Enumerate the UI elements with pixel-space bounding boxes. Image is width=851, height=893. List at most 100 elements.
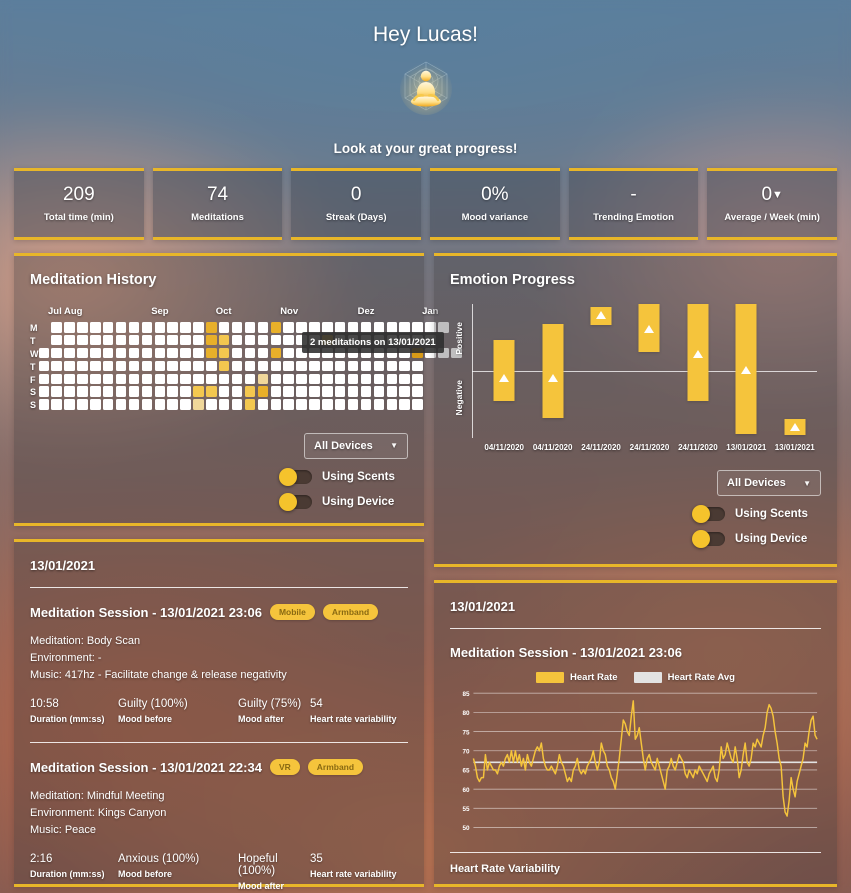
heatmap-cell[interactable]	[296, 322, 307, 333]
heatmap-cell[interactable]	[128, 360, 140, 372]
heatmap-cell[interactable]	[399, 386, 410, 397]
heatmap-cell[interactable]	[206, 322, 217, 333]
heatmap-cell[interactable]	[154, 347, 166, 359]
heatmap-cell[interactable]	[373, 386, 385, 397]
heatmap-cell[interactable]	[193, 322, 204, 333]
heatmap-cell[interactable]	[90, 386, 101, 397]
heatmap-cell[interactable]	[322, 360, 333, 372]
heatmap-cell[interactable]	[128, 334, 140, 346]
heatmap-cell[interactable]	[193, 386, 204, 397]
heatmap-cell[interactable]	[244, 386, 256, 397]
heatmap-cell[interactable]	[360, 399, 372, 410]
heatmap-cell[interactable]	[206, 334, 217, 346]
heatmap-cell[interactable]	[360, 373, 372, 385]
toggle-using-scents[interactable]: Using Scents	[279, 467, 408, 486]
heatmap-cell[interactable]	[270, 373, 282, 385]
heatmap-cell[interactable]	[206, 386, 217, 397]
heatmap-cell[interactable]	[257, 334, 269, 346]
heatmap-cell[interactable]	[77, 334, 88, 346]
heatmap-cell[interactable]	[180, 360, 191, 372]
heatmap-cell[interactable]	[154, 373, 166, 385]
heatmap-cell[interactable]	[257, 399, 269, 410]
heatmap-cell[interactable]	[244, 322, 256, 333]
heatmap-cell[interactable]	[193, 347, 204, 359]
heatmap-cell[interactable]	[373, 399, 385, 410]
heatmap-cell[interactable]	[244, 360, 256, 372]
heatmap-cell[interactable]	[77, 360, 88, 372]
heatmap-cell[interactable]	[180, 347, 191, 359]
heatmap-cell[interactable]	[128, 322, 140, 333]
heatmap-cell[interactable]	[154, 360, 166, 372]
heatmap-cell[interactable]	[206, 347, 217, 359]
heatmap-cell[interactable]	[141, 399, 153, 410]
heatmap-cell[interactable]	[244, 334, 256, 346]
heatmap-cell[interactable]	[257, 347, 269, 359]
heatmap-cell[interactable]	[218, 373, 230, 385]
heatmap-cell[interactable]	[206, 399, 217, 410]
heatmap-cell[interactable]	[90, 373, 101, 385]
heatmap-cell[interactable]	[412, 399, 423, 410]
heatmap-cell[interactable]	[38, 399, 49, 410]
heatmap-cell[interactable]	[270, 334, 282, 346]
heatmap-cell[interactable]	[231, 360, 243, 372]
heatmap-cell[interactable]	[38, 347, 49, 359]
emotion-bar-slot[interactable]	[528, 304, 576, 438]
heatmap-cell[interactable]	[231, 386, 243, 397]
heatmap-cell[interactable]	[231, 347, 243, 359]
heatmap-cell[interactable]	[193, 334, 204, 346]
session-item[interactable]: Meditation Session - 13/01/2021 22:34 VR…	[30, 759, 408, 891]
heatmap-cell[interactable]	[115, 334, 127, 346]
heatmap-cell[interactable]	[218, 334, 230, 346]
heatmap-cell[interactable]	[180, 399, 191, 410]
heatmap-cell[interactable]	[102, 322, 114, 333]
heatmap-cell[interactable]	[218, 347, 230, 359]
heatmap-cell[interactable]	[412, 360, 423, 372]
heatmap-cell[interactable]	[386, 399, 398, 410]
heatmap-cell[interactable]	[64, 334, 75, 346]
heatmap-cell[interactable]	[283, 386, 294, 397]
heatmap-cell[interactable]	[283, 399, 294, 410]
heatmap-cell[interactable]	[141, 322, 153, 333]
heatmap-cell[interactable]	[309, 399, 320, 410]
heatmap-cell[interactable]	[283, 347, 294, 359]
switch-track[interactable]	[692, 505, 725, 523]
heatmap-cell[interactable]	[154, 386, 166, 397]
heatmap-cell[interactable]	[386, 360, 398, 372]
heatmap-cell[interactable]	[38, 386, 49, 397]
heatmap-cell[interactable]	[218, 322, 230, 333]
device-filter-select[interactable]: All Devices ▼	[304, 432, 408, 459]
heatmap-cell[interactable]	[231, 322, 243, 333]
heatmap-cell[interactable]	[64, 399, 75, 410]
heatmap-cell[interactable]	[115, 373, 127, 385]
heatmap-cell[interactable]	[334, 386, 346, 397]
heatmap-cell[interactable]	[399, 399, 410, 410]
heatmap-cell[interactable]	[90, 399, 101, 410]
heatmap-cell[interactable]	[322, 386, 333, 397]
heatmap-cell[interactable]	[309, 386, 320, 397]
heatmap-cell[interactable]	[334, 373, 346, 385]
heatmap-cell[interactable]	[206, 360, 217, 372]
heatmap-cell[interactable]	[270, 386, 282, 397]
heatmap-cell[interactable]	[102, 386, 114, 397]
heatmap-cell[interactable]	[102, 347, 114, 359]
emotion-bar-slot[interactable]	[722, 304, 770, 438]
heatmap-cell[interactable]	[128, 347, 140, 359]
heatmap-cell[interactable]	[180, 386, 191, 397]
heatmap-cell[interactable]	[283, 334, 294, 346]
heatmap-cell[interactable]	[283, 360, 294, 372]
emotion-bar-slot[interactable]	[480, 304, 528, 438]
emotion-bar-slot[interactable]	[674, 304, 722, 438]
heatmap-cell[interactable]	[244, 399, 256, 410]
heatmap-cell[interactable]	[180, 322, 191, 333]
heatmap-cell[interactable]	[283, 322, 294, 333]
heatmap-cell[interactable]	[309, 322, 320, 333]
heatmap-cell[interactable]	[77, 399, 88, 410]
heatmap-cell[interactable]	[77, 373, 88, 385]
heatmap-cell[interactable]	[296, 373, 307, 385]
heatmap-cell[interactable]	[309, 373, 320, 385]
heatmap-cell[interactable]	[115, 399, 127, 410]
heatmap-cell[interactable]	[270, 347, 282, 359]
heatmap-cell[interactable]	[51, 399, 62, 410]
heatmap-cell[interactable]	[412, 373, 423, 385]
heatmap-cell[interactable]	[257, 373, 269, 385]
